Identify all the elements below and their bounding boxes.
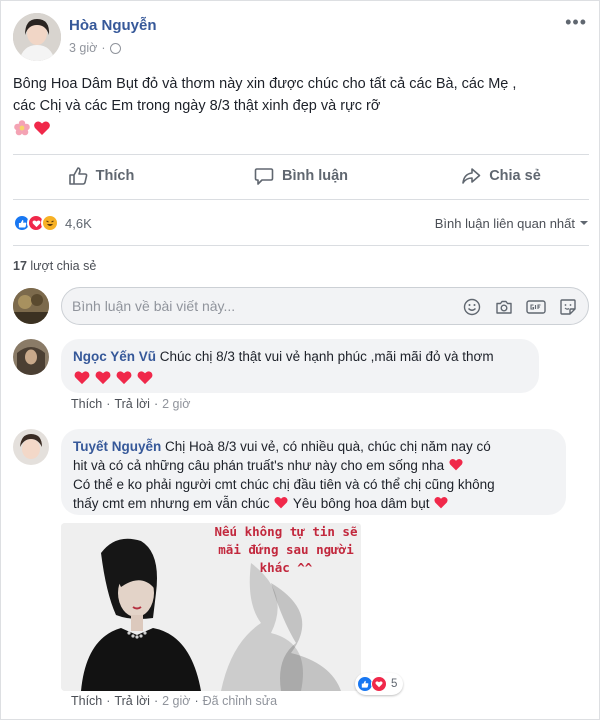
globe-icon (109, 42, 121, 54)
author-name[interactable]: Hòa Nguyễn (69, 17, 157, 34)
share-count-number: 17 (13, 259, 27, 273)
share-button[interactable]: Chia sẻ (401, 155, 600, 197)
share-icon (462, 168, 481, 184)
comment-placeholder: Bình luận về bài viết này... (72, 298, 236, 314)
heart-icon (95, 371, 111, 385)
comment-photo[interactable]: Nếu không tự tin sẽ mãi đứng sau người k… (61, 523, 361, 691)
heart-icon (116, 371, 132, 385)
comment-text: Chúc chị 8/3 thật vui vẻ hạnh phúc ,mãi … (159, 349, 494, 364)
post-card: Hòa Nguyễn 3 giờ · ••• Bông Hoa Dâm Bụt … (0, 0, 600, 720)
comment-sort-dropdown[interactable]: Bình luận liên quan nhất (435, 216, 589, 231)
thumbs-up-icon (68, 167, 88, 185)
heart-icon (449, 459, 463, 471)
reactions-summary: 4,6K Bình luận liên quan nhất (13, 209, 589, 237)
comment-like-link[interactable]: Thích (71, 694, 102, 708)
like-label: Thích (95, 168, 135, 184)
comment-time[interactable]: 2 giờ (162, 694, 190, 708)
heart-icon (74, 371, 90, 385)
emoji-icon[interactable] (462, 297, 482, 317)
comment-actions: Thích · Trả lời · 2 giờ · Đã chỉnh sửa (71, 694, 278, 708)
reaction-icons[interactable] (13, 214, 59, 232)
commenter-avatar[interactable] (13, 339, 49, 375)
post-text-line: Bông Hoa Dâm Bụt đỏ và thơm này xin được… (13, 76, 517, 92)
camera-icon[interactable] (494, 297, 514, 317)
commenter-avatar[interactable] (13, 429, 49, 465)
gif-icon[interactable] (526, 297, 546, 317)
sort-label: Bình luận liên quan nhất (434, 215, 575, 231)
comment-time[interactable]: 2 giờ (162, 397, 190, 411)
love-reaction-icon (371, 676, 387, 692)
chevron-down-icon (580, 221, 588, 225)
comment-text: Yêu bông hoa dâm bụt (292, 496, 430, 511)
comment-composer: Bình luận về bài viết này... (13, 287, 589, 325)
comment-bubble: Tuyết Nguyễn Chị Hoà 8/3 vui vẻ, có nhiề… (61, 429, 566, 515)
post-time[interactable]: 3 giờ (69, 41, 97, 55)
edited-label[interactable]: Đã chỉnh sửa (203, 694, 277, 708)
photo-caption: Nếu không tự tin sẽ mãi đứng sau người k… (214, 524, 358, 575)
comment-reactions[interactable]: 5 (355, 673, 404, 695)
heart-icon (274, 497, 288, 509)
comment-text: Có thể e ko phải người cmt chúc chị đầu … (73, 477, 495, 492)
comment-button[interactable]: Bình luận (201, 155, 401, 197)
viewer-avatar (13, 288, 49, 324)
more-options-icon[interactable]: ••• (565, 13, 587, 31)
share-label: Chia sẻ (489, 168, 541, 184)
commenter-name[interactable]: Tuyết Nguyễn (73, 439, 161, 454)
comment-hearts (73, 369, 527, 386)
share-count[interactable]: 17 lượt chia sẻ (13, 259, 96, 273)
comment-reply-link[interactable]: Trả lời (114, 694, 150, 708)
comment-text: hit và có cả những câu phán truất's như … (73, 458, 445, 473)
divider (13, 245, 589, 246)
comment-icon (254, 168, 274, 185)
heart-icon (137, 371, 153, 385)
sticker-icon[interactable] (558, 297, 578, 317)
post-text: Bông Hoa Dâm Bụt đỏ và thơm này xin được… (13, 73, 589, 117)
divider (13, 199, 589, 200)
flower-icon (14, 120, 30, 136)
post-emojis (13, 119, 51, 137)
comment-text: thấy cmt em nhưng em vẫn chúc (73, 496, 270, 511)
comment-reaction-count: 5 (391, 678, 398, 690)
reaction-count[interactable]: 4,6K (65, 216, 92, 231)
like-button[interactable]: Thích (1, 155, 201, 197)
post-meta: 3 giờ · (69, 41, 121, 55)
haha-reaction-icon (41, 214, 59, 232)
post-header: Hòa Nguyễn 3 giờ · ••• (13, 13, 589, 63)
heart-icon (34, 121, 50, 135)
comment-label: Bình luận (281, 168, 349, 184)
post-actions: Thích Bình luận Chia sẻ (1, 155, 600, 197)
comment-text: Chị Hoà 8/3 vui vẻ, có nhiều quà, chúc c… (165, 439, 491, 454)
comment-like-link[interactable]: Thích (71, 397, 102, 411)
post-text-line: các Chị và các Em trong ngày 8/3 thật xi… (13, 98, 381, 114)
heart-icon (434, 497, 448, 509)
comment-input[interactable]: Bình luận về bài viết này... (61, 287, 589, 325)
comment-actions: Thích · Trả lời · 2 giờ (71, 397, 191, 411)
share-count-label: lượt chia sẻ (30, 259, 97, 273)
commenter-name[interactable]: Ngọc Yến Vũ (73, 349, 156, 364)
comment-bubble: Ngọc Yến Vũ Chúc chị 8/3 thật vui vẻ hạn… (61, 339, 539, 393)
comment-reply-link[interactable]: Trả lời (114, 397, 150, 411)
comment-item: Ngọc Yến Vũ Chúc chị 8/3 thật vui vẻ hạn… (13, 339, 589, 419)
composer-icons (462, 297, 578, 317)
author-avatar[interactable] (13, 13, 61, 61)
